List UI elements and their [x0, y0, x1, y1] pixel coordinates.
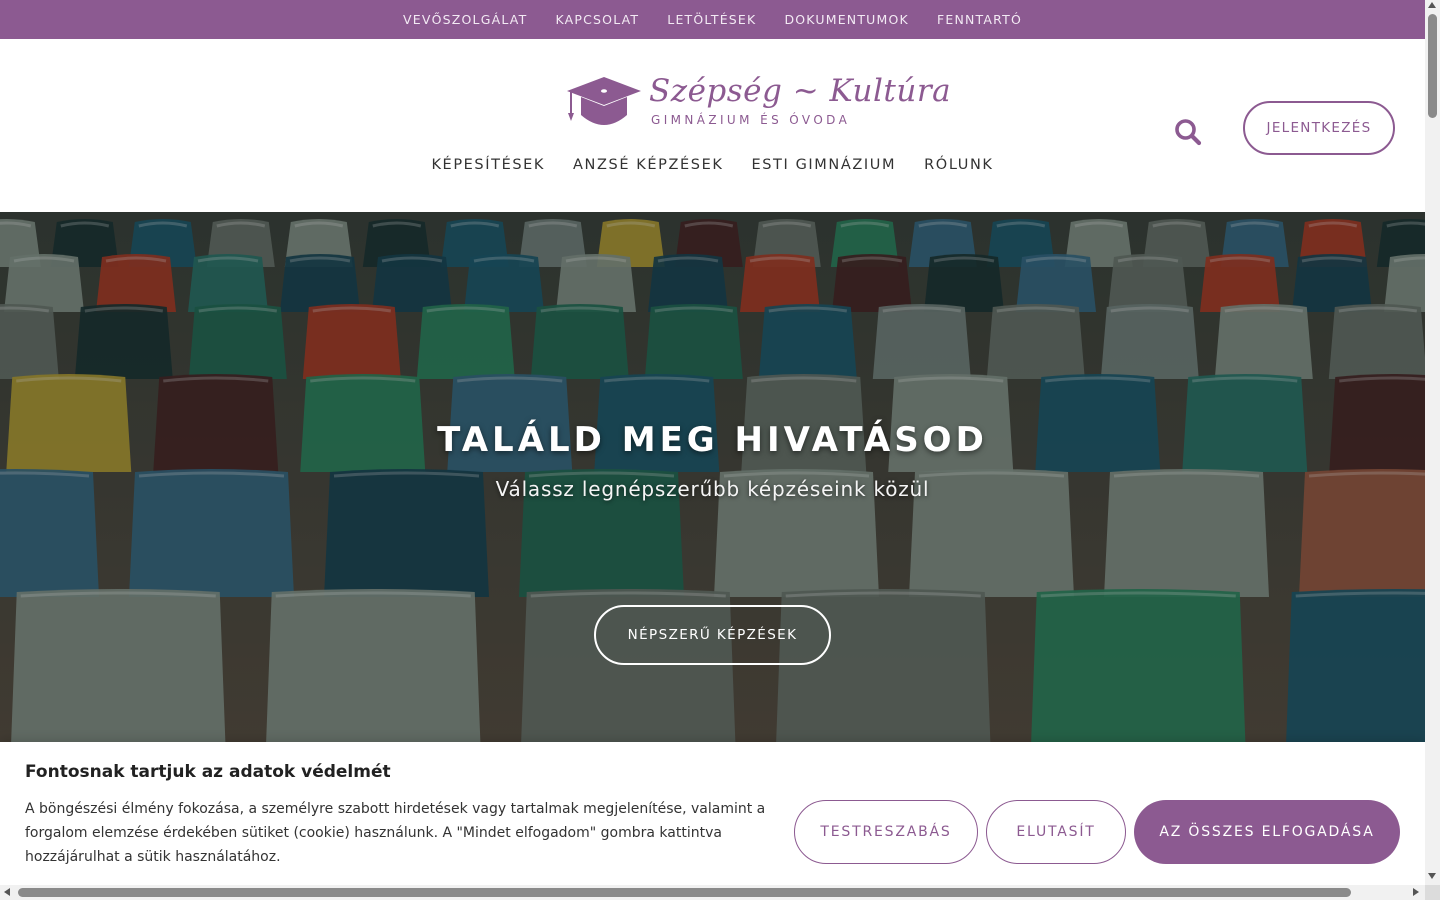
hero-title: TALÁLD MEG HIVATÁSOD [437, 420, 988, 460]
search-button[interactable] [1173, 117, 1203, 147]
scroll-right-arrow-icon[interactable] [1413, 888, 1419, 896]
scroll-left-arrow-icon[interactable] [4, 888, 10, 896]
cookie-title: Fontosnak tartjuk az adatok védelmét [25, 762, 391, 782]
apply-button[interactable]: JELENTKEZÉS [1243, 101, 1395, 155]
topbar-link-downloads[interactable]: LETÖLTÉSEK [667, 12, 756, 27]
hero-subtitle: Válassz legnépszerűbb képzéseink közül [495, 477, 930, 501]
topbar-link-contact[interactable]: KAPCSOLAT [555, 12, 639, 27]
nav-item-evening-school[interactable]: ESTI GIMNÁZIUM [751, 157, 896, 173]
cookie-customize-button[interactable]: TESTRESZABÁS [794, 800, 978, 864]
nav-item-about[interactable]: RÓLUNK [924, 157, 993, 173]
nav-item-qualifications[interactable]: KÉPESÍTÉSEK [431, 157, 545, 173]
vertical-scrollbar[interactable] [1425, 0, 1440, 885]
top-utility-bar: VEVŐSZOLGÁLAT KAPCSOLAT LETÖLTÉSEK DOKUM… [0, 0, 1425, 39]
cookie-reject-button[interactable]: ELUTASÍT [986, 800, 1126, 864]
cookie-accept-all-button[interactable]: AZ ÖSSZES ELFOGADÁSA [1134, 800, 1400, 864]
search-icon [1175, 119, 1202, 146]
logo-title: Szépség ~ Kultúra [649, 73, 952, 109]
site-header: Szépség ~ Kultúra GIMNÁZIUM ÉS ÓVODA KÉP… [0, 39, 1425, 212]
cookie-description: A böngészési élmény fokozása, a személyr… [25, 801, 766, 865]
logo-subtitle: GIMNÁZIUM ÉS ÓVODA [651, 113, 851, 127]
topbar-link-documents[interactable]: DOKUMENTUMOK [784, 12, 909, 27]
horizontal-scrollbar-thumb[interactable] [18, 888, 1351, 897]
nav-item-anzse-courses[interactable]: ANZSÉ KÉPZÉSEK [573, 157, 723, 173]
scroll-down-arrow-icon[interactable] [1428, 873, 1436, 879]
scroll-up-arrow-icon[interactable] [1428, 2, 1436, 8]
topbar-link-maintainer[interactable]: FENNTARTÓ [937, 12, 1022, 27]
site-logo[interactable]: Szépség ~ Kultúra GIMNÁZIUM ÉS ÓVODA [565, 73, 951, 133]
scrollbar-corner [1425, 885, 1440, 900]
main-navigation: KÉPESÍTÉSEK ANZSÉ KÉPZÉSEK ESTI GIMNÁZIU… [0, 157, 1425, 173]
hero-banner: TALÁLD MEG HIVATÁSOD Válassz legnépszerű… [0, 212, 1425, 742]
vertical-scrollbar-thumb[interactable] [1428, 14, 1437, 118]
graduation-cap-icon [567, 77, 641, 125]
horizontal-scrollbar[interactable] [0, 885, 1425, 900]
cookie-consent-banner: Fontosnak tartjuk az adatok védelmét A b… [0, 742, 1425, 885]
popular-courses-button[interactable]: NÉPSZERŰ KÉPZÉSEK [594, 605, 831, 665]
topbar-link-customer-service[interactable]: VEVŐSZOLGÁLAT [403, 12, 527, 27]
